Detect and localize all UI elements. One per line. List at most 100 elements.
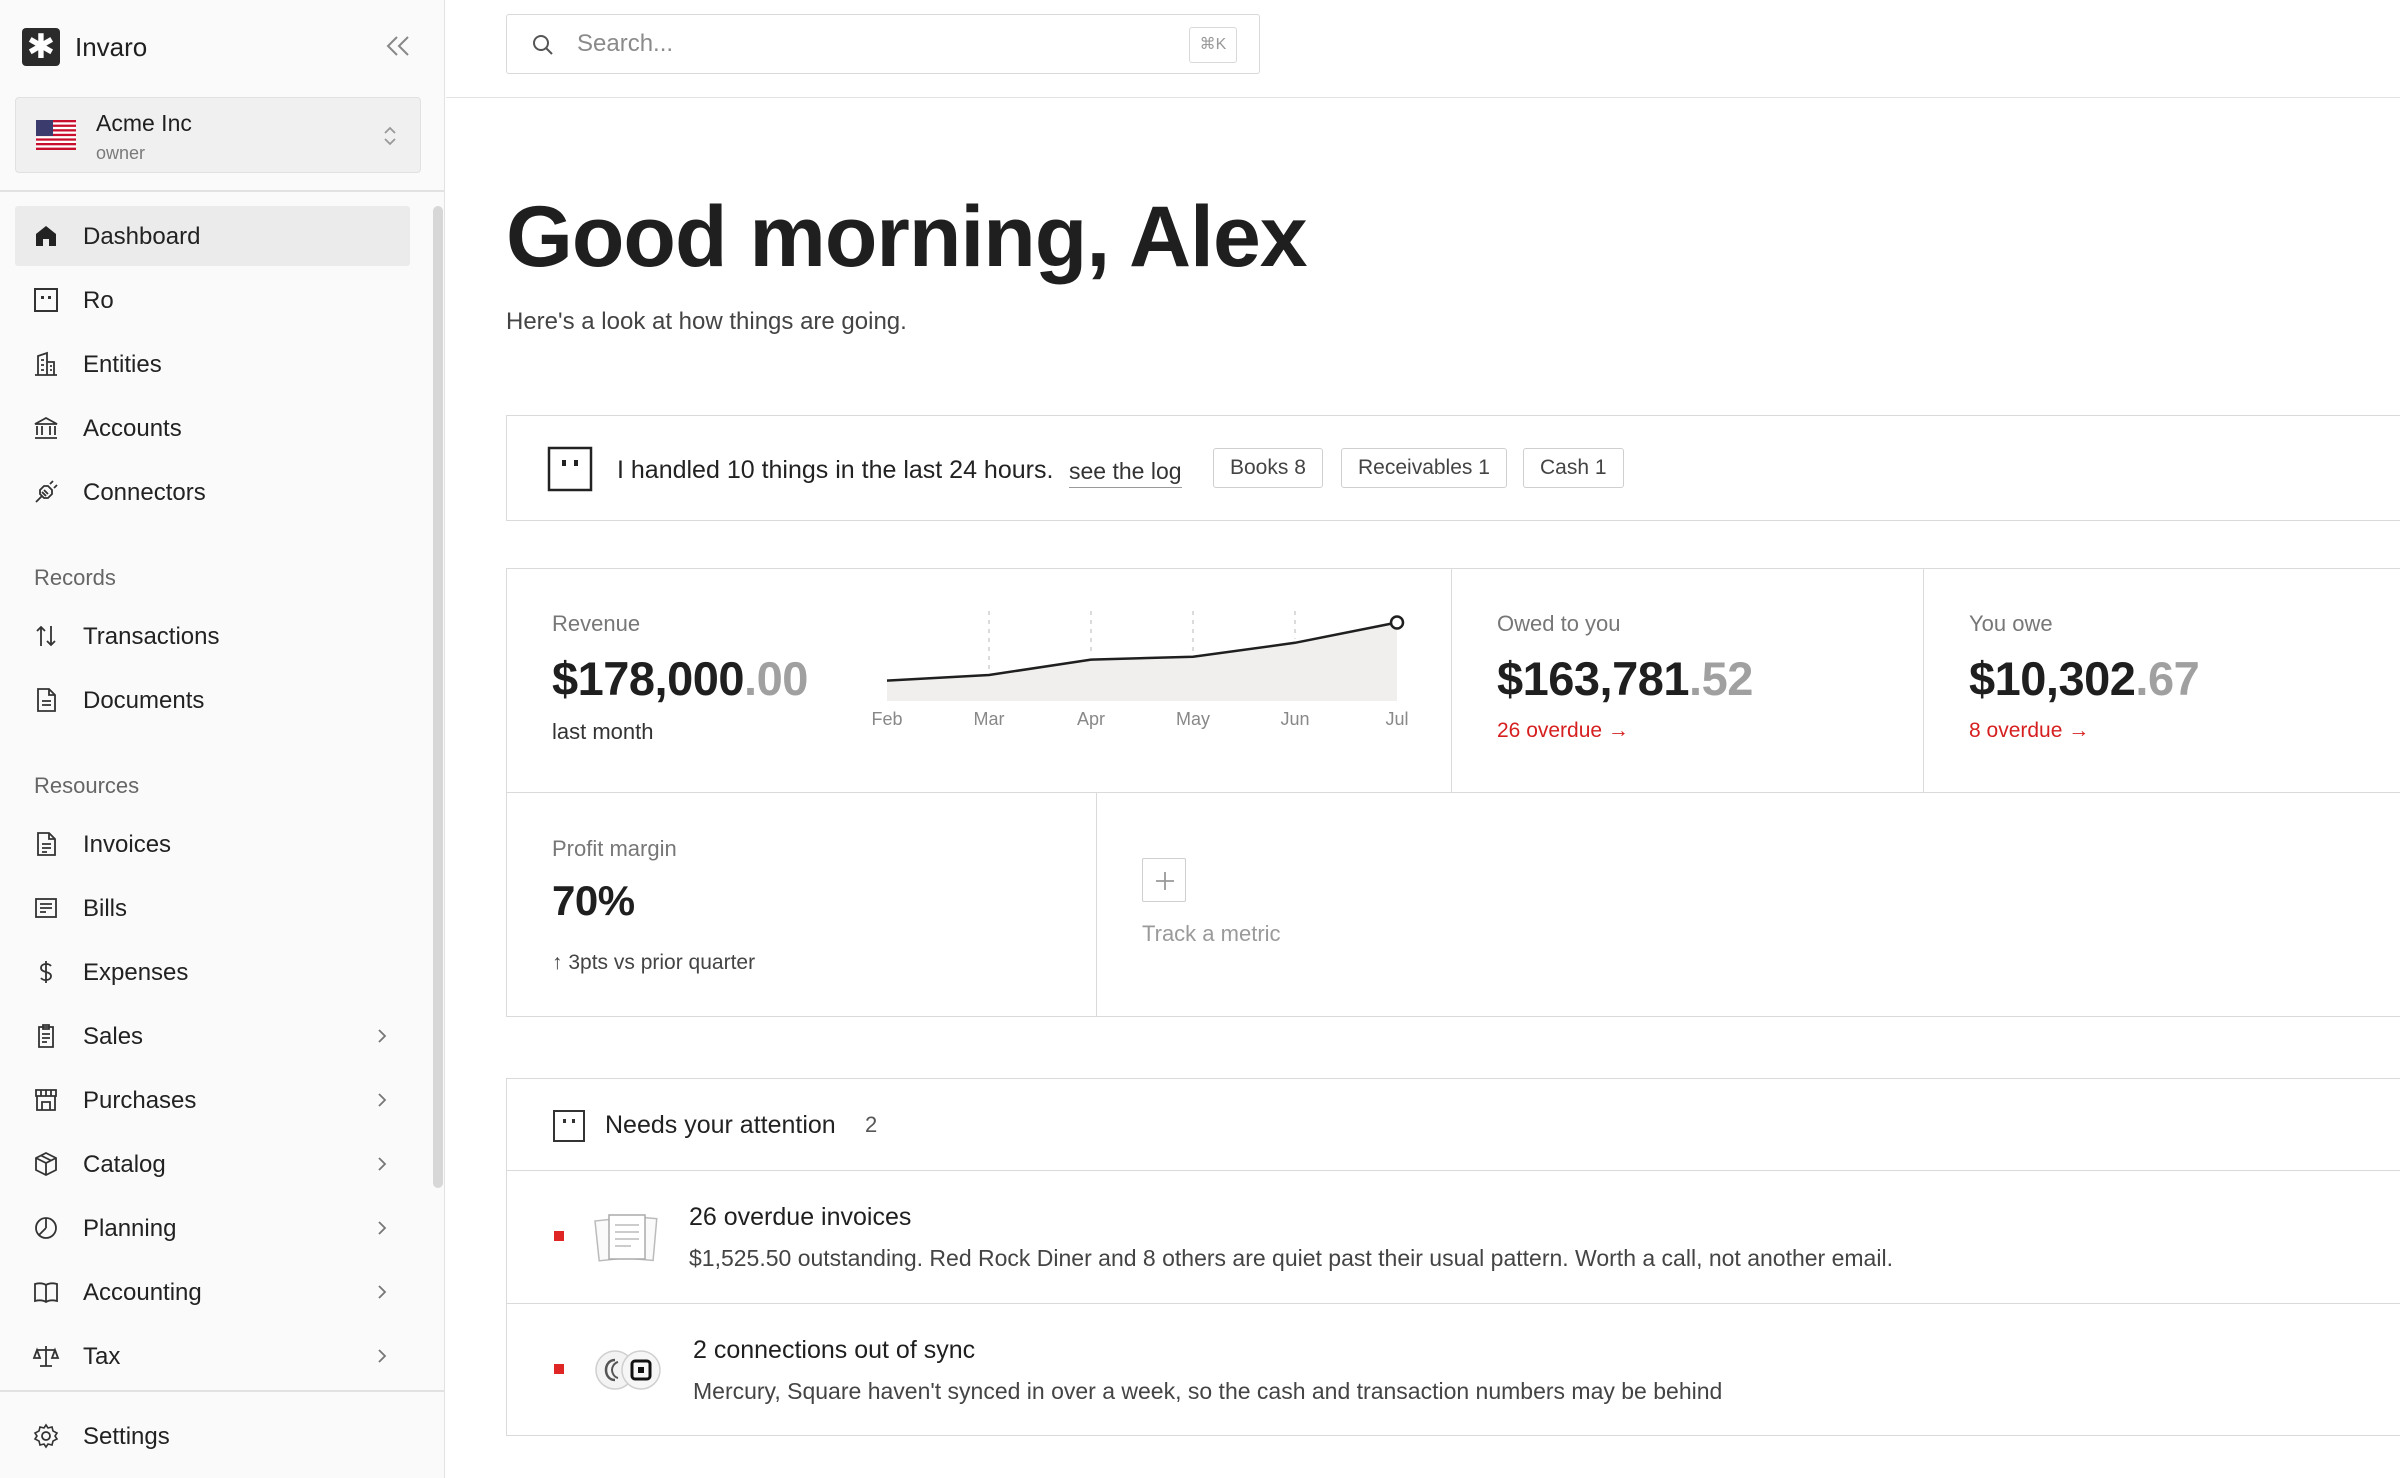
sidebar-item-label: Bills: [83, 895, 128, 922]
sidebar-item-label: Tax: [83, 1343, 121, 1370]
sidebar-item-label: Dashboard: [83, 223, 201, 250]
bot-square-icon: [553, 1110, 585, 1142]
revenue-cents: .00: [744, 652, 808, 705]
sidebar-item-label: Ro: [83, 287, 114, 314]
top-bar: ⌘K: [446, 0, 2400, 98]
divider: [0, 190, 445, 192]
sidebar-item-transactions[interactable]: Transactions: [15, 606, 410, 666]
search-box[interactable]: ⌘K: [506, 14, 1260, 74]
chevron-right-icon: [378, 1157, 387, 1171]
chip-receivables[interactable]: Receivables 1: [1341, 448, 1507, 488]
attention-title: Needs your attention: [605, 1111, 836, 1139]
attention-item-connections-out-of-sync[interactable]: 2 connections out of sync Mercury, Squar…: [507, 1303, 2400, 1435]
sidebar-item-connectors[interactable]: Connectors: [15, 462, 410, 522]
sidebar-item-documents[interactable]: Documents: [15, 670, 410, 730]
sidebar-item-label: Documents: [83, 687, 205, 714]
plus-icon: [1156, 872, 1174, 890]
search-input[interactable]: [577, 27, 1137, 61]
sidebar-item-label: Catalog: [83, 1151, 166, 1178]
plug-icon: [35, 480, 58, 503]
attention-item-title: 2 connections out of sync: [693, 1336, 976, 1364]
sidebar-item-catalog[interactable]: Catalog: [15, 1134, 410, 1194]
sidebar-item-purchases[interactable]: Purchases: [15, 1070, 410, 1130]
profit-margin-card[interactable]: Profit margin 70% ↑ 3pts vs prior quarte…: [506, 792, 1097, 1017]
bank-icon: [34, 416, 58, 439]
chart-tick-label: Apr: [1077, 709, 1105, 729]
search-icon: [533, 35, 553, 55]
store-icon: [35, 1089, 57, 1111]
document-icon: [37, 688, 56, 712]
attention-item-description: $1,525.50 outstanding. Red Rock Diner an…: [689, 1245, 1893, 1271]
home-icon: [36, 226, 56, 246]
sidebar: ✱ Invaro Acme Inc owner Dashboard Ro Ent…: [0, 0, 445, 1478]
brand[interactable]: ✱ Invaro: [22, 28, 147, 66]
clipboard-icon: [38, 1024, 54, 1048]
sidebar-item-sales[interactable]: Sales: [15, 1006, 410, 1066]
revenue-sparkline-chart: Feb Mar Apr May Jun Jul: [871, 611, 1409, 729]
sidebar-item-accounts[interactable]: Accounts: [15, 398, 410, 458]
box-icon: [35, 1151, 57, 1177]
chevron-right-icon: [378, 1029, 387, 1043]
chip-books[interactable]: Books 8: [1213, 448, 1323, 488]
collapse-sidebar-button[interactable]: [380, 28, 416, 64]
sidebar-item-tax[interactable]: Tax: [15, 1326, 410, 1386]
sidebar-scrollbar[interactable]: [433, 206, 443, 1188]
owed-cents: .52: [1689, 652, 1753, 705]
sidebar-item-label: Entities: [83, 351, 162, 378]
owed-overdue-link[interactable]: 26 overdue →: [1497, 719, 1629, 743]
sidebar-item-label: Invoices: [83, 831, 172, 858]
bot-square-icon: [547, 446, 593, 492]
you-owe-card[interactable]: You owe $10,302.67 8 overdue →: [1923, 568, 2400, 793]
org-name: Acme Inc: [96, 110, 192, 136]
you-owe-cents: .67: [2135, 652, 2200, 705]
sidebar-item-settings[interactable]: Settings: [15, 1406, 410, 1466]
sidebar-item-ro[interactable]: Ro: [15, 270, 410, 330]
revenue-card[interactable]: Revenue $178,000.00 last month Feb Mar Apr…: [506, 568, 1452, 793]
org-switcher[interactable]: Acme Inc owner: [15, 97, 421, 173]
profit-margin-value: 70%: [552, 877, 635, 924]
chevron-right-icon: [378, 1285, 387, 1299]
chart-tick-label: Mar: [974, 709, 1005, 729]
activity-summary: I handled 10 things in the last 24 hours…: [617, 456, 1054, 484]
see-log-link[interactable]: see the log: [1069, 458, 1182, 488]
owed-to-you-label: Owed to you: [1497, 611, 1621, 636]
chart-point-last[interactable]: [1389, 615, 1405, 630]
chevron-right-icon: [378, 1349, 387, 1363]
page-subtitle: Here's a look at how things are going.: [506, 308, 907, 335]
revenue-value: $178,000.00: [552, 651, 808, 706]
profit-margin-label: Profit margin: [552, 836, 677, 861]
sidebar-item-accounting[interactable]: Accounting: [15, 1262, 410, 1322]
you-owe-dollars: $10,302: [1969, 652, 2136, 705]
track-metric-card[interactable]: Track a metric: [1096, 792, 2400, 1017]
chevron-right-icon: [378, 1221, 387, 1235]
attention-item-title: 26 overdue invoices: [689, 1203, 912, 1231]
you-owe-value: $10,302.67: [1969, 651, 2200, 706]
owed-to-you-card[interactable]: Owed to you $163,781.52 26 overdue →: [1451, 568, 1924, 793]
sidebar-item-expenses[interactable]: Expenses: [15, 942, 410, 1002]
book-icon: [34, 1282, 58, 1304]
owed-to-you-value: $163,781.52: [1497, 651, 1753, 706]
add-metric-button[interactable]: [1142, 858, 1186, 902]
sidebar-item-bills[interactable]: Bills: [15, 878, 410, 938]
sidebar-item-entities[interactable]: Entities: [15, 334, 410, 394]
page-title: Good morning, Alex: [506, 189, 1308, 285]
sidebar-item-label: Accounting: [83, 1279, 202, 1306]
search-shortcut-badge: ⌘K: [1189, 27, 1237, 63]
sidebar-item-label: Connectors: [83, 479, 206, 506]
us-flag-icon: [36, 120, 76, 150]
sidebar-item-invoices[interactable]: Invoices: [15, 814, 410, 874]
you-owe-label: You owe: [1969, 611, 2053, 636]
sidebar-item-planning[interactable]: Planning: [15, 1198, 410, 1258]
you-owe-overdue-link[interactable]: 8 overdue →: [1969, 719, 2089, 743]
chart-tick-label: May: [1176, 709, 1210, 729]
chevron-right-icon: [378, 1093, 387, 1107]
chart-tick-label: Jun: [1280, 709, 1309, 729]
sidebar-item-dashboard[interactable]: Dashboard: [15, 206, 410, 266]
asterisk-logo-icon: ✱: [22, 28, 60, 66]
revenue-period: last month: [552, 719, 654, 744]
invoices-stack-icon: [594, 1214, 658, 1262]
revenue-dollars: $178,000: [552, 652, 745, 705]
building-icon: [35, 351, 57, 376]
attention-item-overdue-invoices[interactable]: 26 overdue invoices $1,525.50 outstandin…: [507, 1171, 2400, 1303]
chip-cash[interactable]: Cash 1: [1523, 448, 1624, 488]
